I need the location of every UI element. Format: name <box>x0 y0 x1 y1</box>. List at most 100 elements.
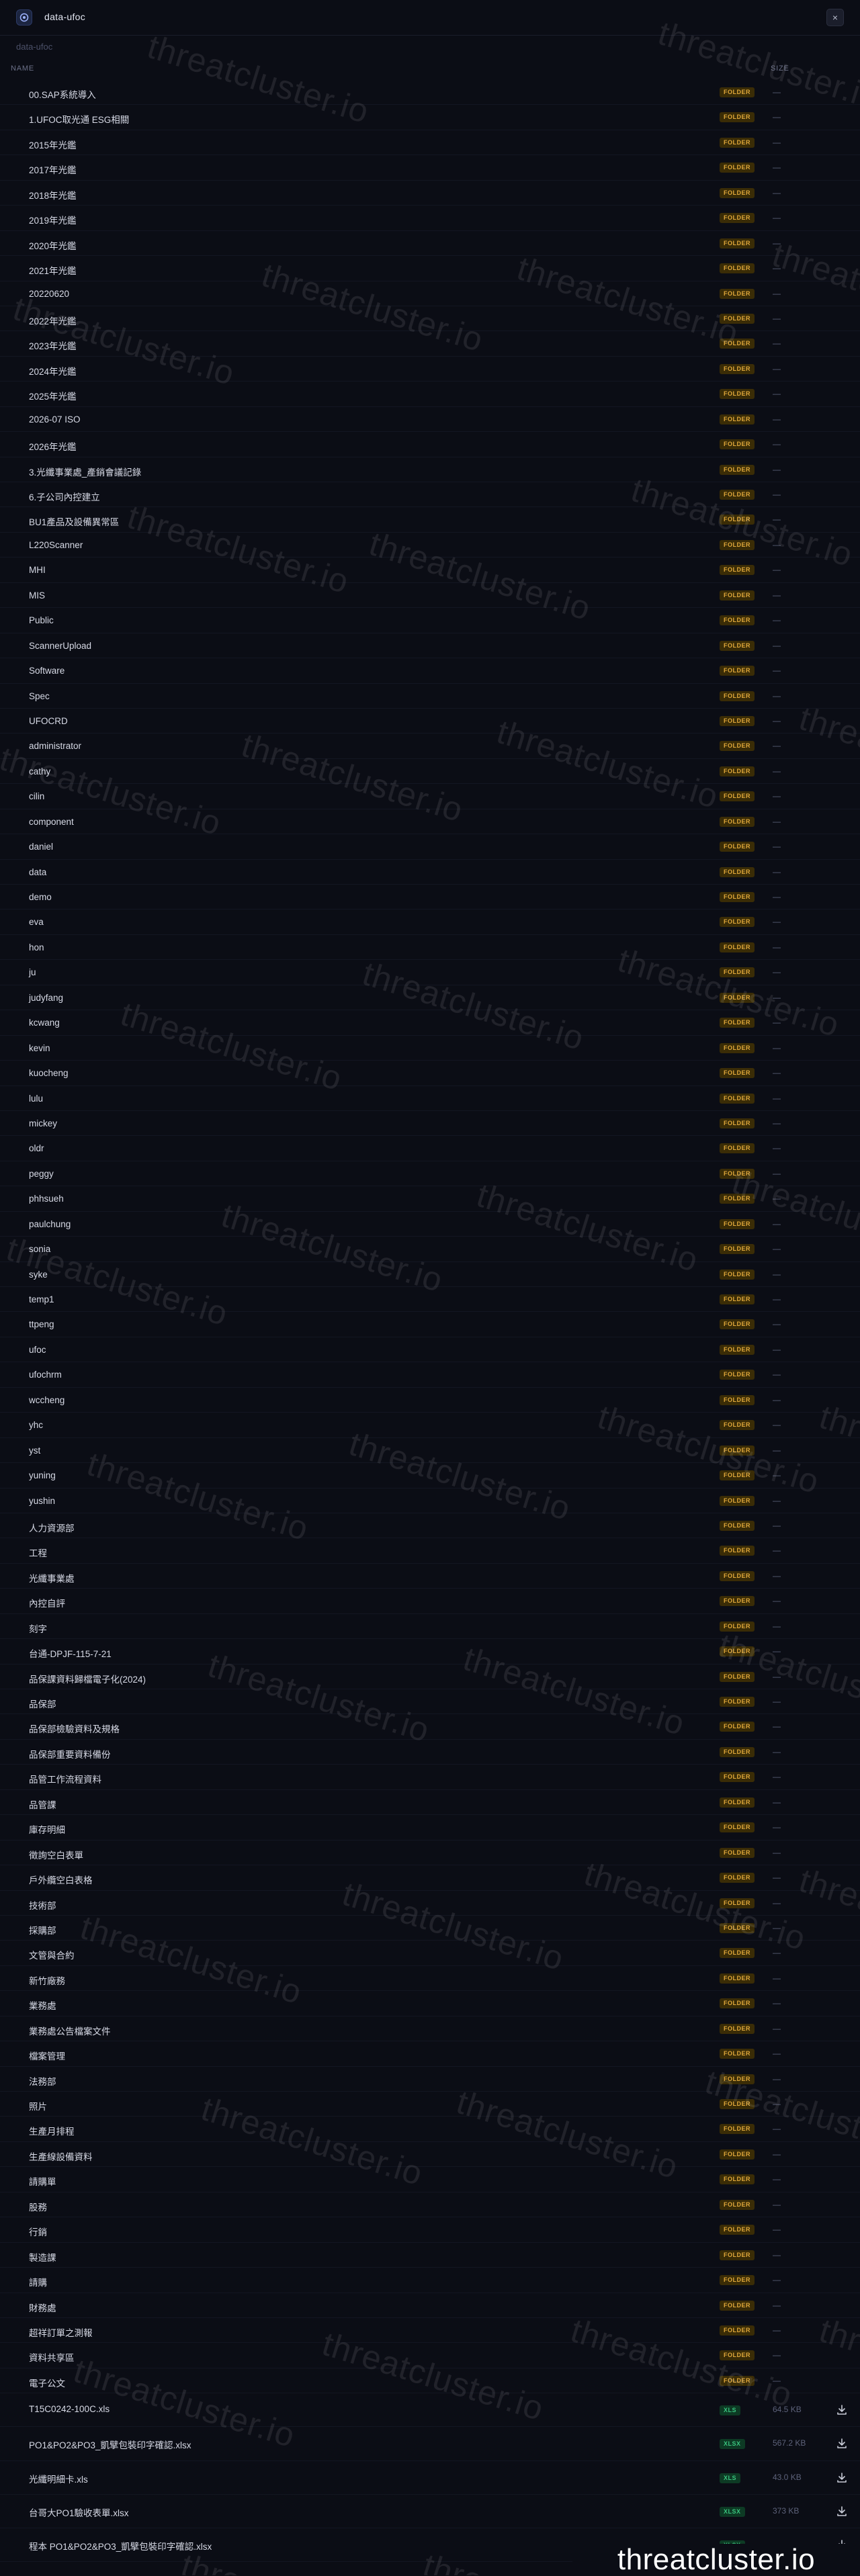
file-name[interactable]: 程本 PO1&PO2&PO3_凱擘包裝印字確認.xlsx <box>29 2539 212 2552</box>
folder-name[interactable]: 2023年光鑑 <box>29 339 77 352</box>
folder-name[interactable]: Public <box>29 615 54 625</box>
folder-name[interactable]: 超祥訂單之測報 <box>29 2325 93 2339</box>
folder-name[interactable]: ScannerUpload <box>29 641 91 651</box>
file-name[interactable]: T15C0242-100C.xls <box>29 2404 110 2414</box>
folder-row[interactable]: 2021年光鑑 FOLDER — <box>0 256 860 281</box>
folder-name[interactable]: ttpeng <box>29 1319 54 1329</box>
folder-name[interactable]: 光纖事業處 <box>29 1571 75 1585</box>
folder-name[interactable]: cathy <box>29 766 50 776</box>
folder-name[interactable]: 3.光纖事業處_產銷會議記錄 <box>29 465 141 478</box>
folder-row[interactable]: 請購 FOLDER — <box>0 2268 860 2293</box>
folder-name[interactable]: 業務處公告檔案文件 <box>29 2024 111 2037</box>
file-name[interactable]: 台哥大PO1驗收表單.xlsx <box>29 2505 129 2519</box>
folder-name[interactable]: kcwang <box>29 1018 60 1028</box>
folder-row[interactable]: 00.SAP系統導入 FOLDER — <box>0 80 860 105</box>
folder-row[interactable]: daniel FOLDER — <box>0 834 860 860</box>
folder-row[interactable]: 2026年光鑑 FOLDER — <box>0 432 860 457</box>
folder-row[interactable]: 台通-DPJF-115-7-21 FOLDER — <box>0 1639 860 1664</box>
folder-row[interactable]: 光纖事業處 FOLDER — <box>0 1564 860 1589</box>
folder-name[interactable]: UFOCRD <box>29 716 68 726</box>
folder-name[interactable]: 檔案管理 <box>29 2049 65 2062</box>
folder-name[interactable]: 品管課 <box>29 1797 56 1811</box>
folder-name[interactable]: oldr <box>29 1143 44 1153</box>
folder-row[interactable]: Public FOLDER — <box>0 608 860 633</box>
folder-name[interactable]: 2017年光鑑 <box>29 163 77 176</box>
folder-row[interactable]: kuocheng FOLDER — <box>0 1061 860 1086</box>
folder-name[interactable]: 2020年光鑑 <box>29 238 77 252</box>
folder-name[interactable]: 電子公文 <box>29 2376 65 2389</box>
folder-row[interactable]: 品保部重要資料備份 FOLDER — <box>0 1740 860 1765</box>
folder-name[interactable]: administrator <box>29 741 81 751</box>
folder-name[interactable]: 生產線設備資料 <box>29 2149 93 2163</box>
folder-row[interactable]: 2018年光鑑 FOLDER — <box>0 181 860 206</box>
folder-name[interactable]: cilin <box>29 791 44 801</box>
folder-name[interactable]: 2024年光鑑 <box>29 364 77 377</box>
folder-row[interactable]: 採購部 FOLDER — <box>0 1916 860 1941</box>
folder-name[interactable]: peggy <box>29 1169 54 1179</box>
folder-row[interactable]: Software FOLDER — <box>0 658 860 684</box>
folder-row[interactable]: sonia FOLDER — <box>0 1237 860 1262</box>
folder-row[interactable]: 檔案管理 FOLDER — <box>0 2041 860 2067</box>
folder-row[interactable]: administrator FOLDER — <box>0 734 860 759</box>
folder-name[interactable]: Spec <box>29 691 50 701</box>
folder-name[interactable]: 照片 <box>29 2099 47 2113</box>
folder-name[interactable]: BU1產品及設備異常區 <box>29 515 119 528</box>
folder-name[interactable]: wccheng <box>29 1395 64 1405</box>
file-row[interactable]: 台哥大PO1驗收表單.xlsx XLSX 373 KB <box>0 2495 860 2528</box>
folder-row[interactable]: demo FOLDER — <box>0 885 860 910</box>
folder-row[interactable]: phhsueh FOLDER — <box>0 1186 860 1212</box>
folder-row[interactable]: 請購單 FOLDER — <box>0 2167 860 2192</box>
folder-row[interactable]: syke FOLDER — <box>0 1262 860 1287</box>
folder-row[interactable]: 3.光纖事業處_產銷會議記錄 FOLDER — <box>0 457 860 482</box>
folder-name[interactable]: 庫存明細 <box>29 1822 65 1836</box>
folder-row[interactable]: temp1 FOLDER — <box>0 1287 860 1313</box>
folder-name[interactable]: kevin <box>29 1043 50 1053</box>
folder-row[interactable]: ScannerUpload FOLDER — <box>0 633 860 659</box>
folder-row[interactable]: oldr FOLDER — <box>0 1136 860 1161</box>
folder-row[interactable]: 品保部檢驗資料及規格 FOLDER — <box>0 1714 860 1740</box>
folder-row[interactable]: ttpeng FOLDER — <box>0 1312 860 1337</box>
folder-name[interactable]: temp1 <box>29 1294 54 1304</box>
folder-row[interactable]: hon FOLDER — <box>0 935 860 961</box>
folder-name[interactable]: 請購單 <box>29 2174 56 2188</box>
folder-row[interactable]: BU1產品及設備異常區 FOLDER — <box>0 507 860 533</box>
folder-name[interactable]: 製造課 <box>29 2250 56 2264</box>
file-name[interactable]: PO1&PO2&PO3_凱擘包裝印字確認.xlsx <box>29 2438 191 2451</box>
column-name-header[interactable]: NAME <box>11 64 34 73</box>
folder-row[interactable]: 股務 FOLDER — <box>0 2192 860 2218</box>
folder-row[interactable]: 20220620 FOLDER — <box>0 281 860 306</box>
folder-name[interactable]: 2026-07 ISO <box>29 414 81 425</box>
folder-name[interactable]: ufoc <box>29 1345 46 1355</box>
folder-name[interactable]: L220Scanner <box>29 540 83 550</box>
folder-row[interactable]: 2023年光鑑 FOLDER — <box>0 331 860 357</box>
folder-name[interactable]: 資料共享區 <box>29 2350 75 2364</box>
folder-name[interactable]: data <box>29 867 46 877</box>
folder-name[interactable]: 1.UFOC取光通 ESG相關 <box>29 112 129 126</box>
folder-name[interactable]: ufochrm <box>29 1370 62 1380</box>
folder-name[interactable]: 2015年光鑑 <box>29 138 77 151</box>
folder-row[interactable]: 超祥訂單之測報 FOLDER — <box>0 2318 860 2344</box>
folder-name[interactable]: 2026年光鑑 <box>29 439 77 453</box>
folder-name[interactable]: hon <box>29 942 44 952</box>
folder-name[interactable]: Software <box>29 666 64 676</box>
folder-row[interactable]: 業務處 FOLDER — <box>0 1991 860 2016</box>
file-name[interactable]: 光纖明細卡.xls <box>29 2472 88 2485</box>
folder-name[interactable]: MHI <box>29 565 46 575</box>
folder-row[interactable]: 文管與合約 FOLDER — <box>0 1941 860 1966</box>
folder-name[interactable]: 徵詢空白表單 <box>29 1848 83 1861</box>
folder-name[interactable]: 技術部 <box>29 1898 56 1912</box>
folder-name[interactable]: 台通-DPJF-115-7-21 <box>29 1646 112 1660</box>
folder-row[interactable]: 行銷 FOLDER — <box>0 2217 860 2243</box>
folder-name[interactable]: 工程 <box>29 1546 47 1559</box>
download-icon[interactable] <box>836 2438 848 2450</box>
folder-row[interactable]: 業務處公告檔案文件 FOLDER — <box>0 2016 860 2042</box>
folder-row[interactable]: 刻字 FOLDER — <box>0 1614 860 1640</box>
folder-name[interactable]: MIS <box>29 590 45 601</box>
folder-name[interactable]: 財務處 <box>29 2301 56 2314</box>
folder-name[interactable]: yst <box>29 1446 40 1456</box>
folder-row[interactable]: 2024年光鑑 FOLDER — <box>0 357 860 382</box>
folder-row[interactable]: 生產線設備資料 FOLDER — <box>0 2142 860 2168</box>
file-row[interactable]: PO1&PO2&PO3_凱擘包裝印字確認.xlsx XLSX 567.2 KB <box>0 2427 860 2461</box>
folder-row[interactable]: 2019年光鑑 FOLDER — <box>0 206 860 231</box>
folder-row[interactable]: ju FOLDER — <box>0 960 860 985</box>
